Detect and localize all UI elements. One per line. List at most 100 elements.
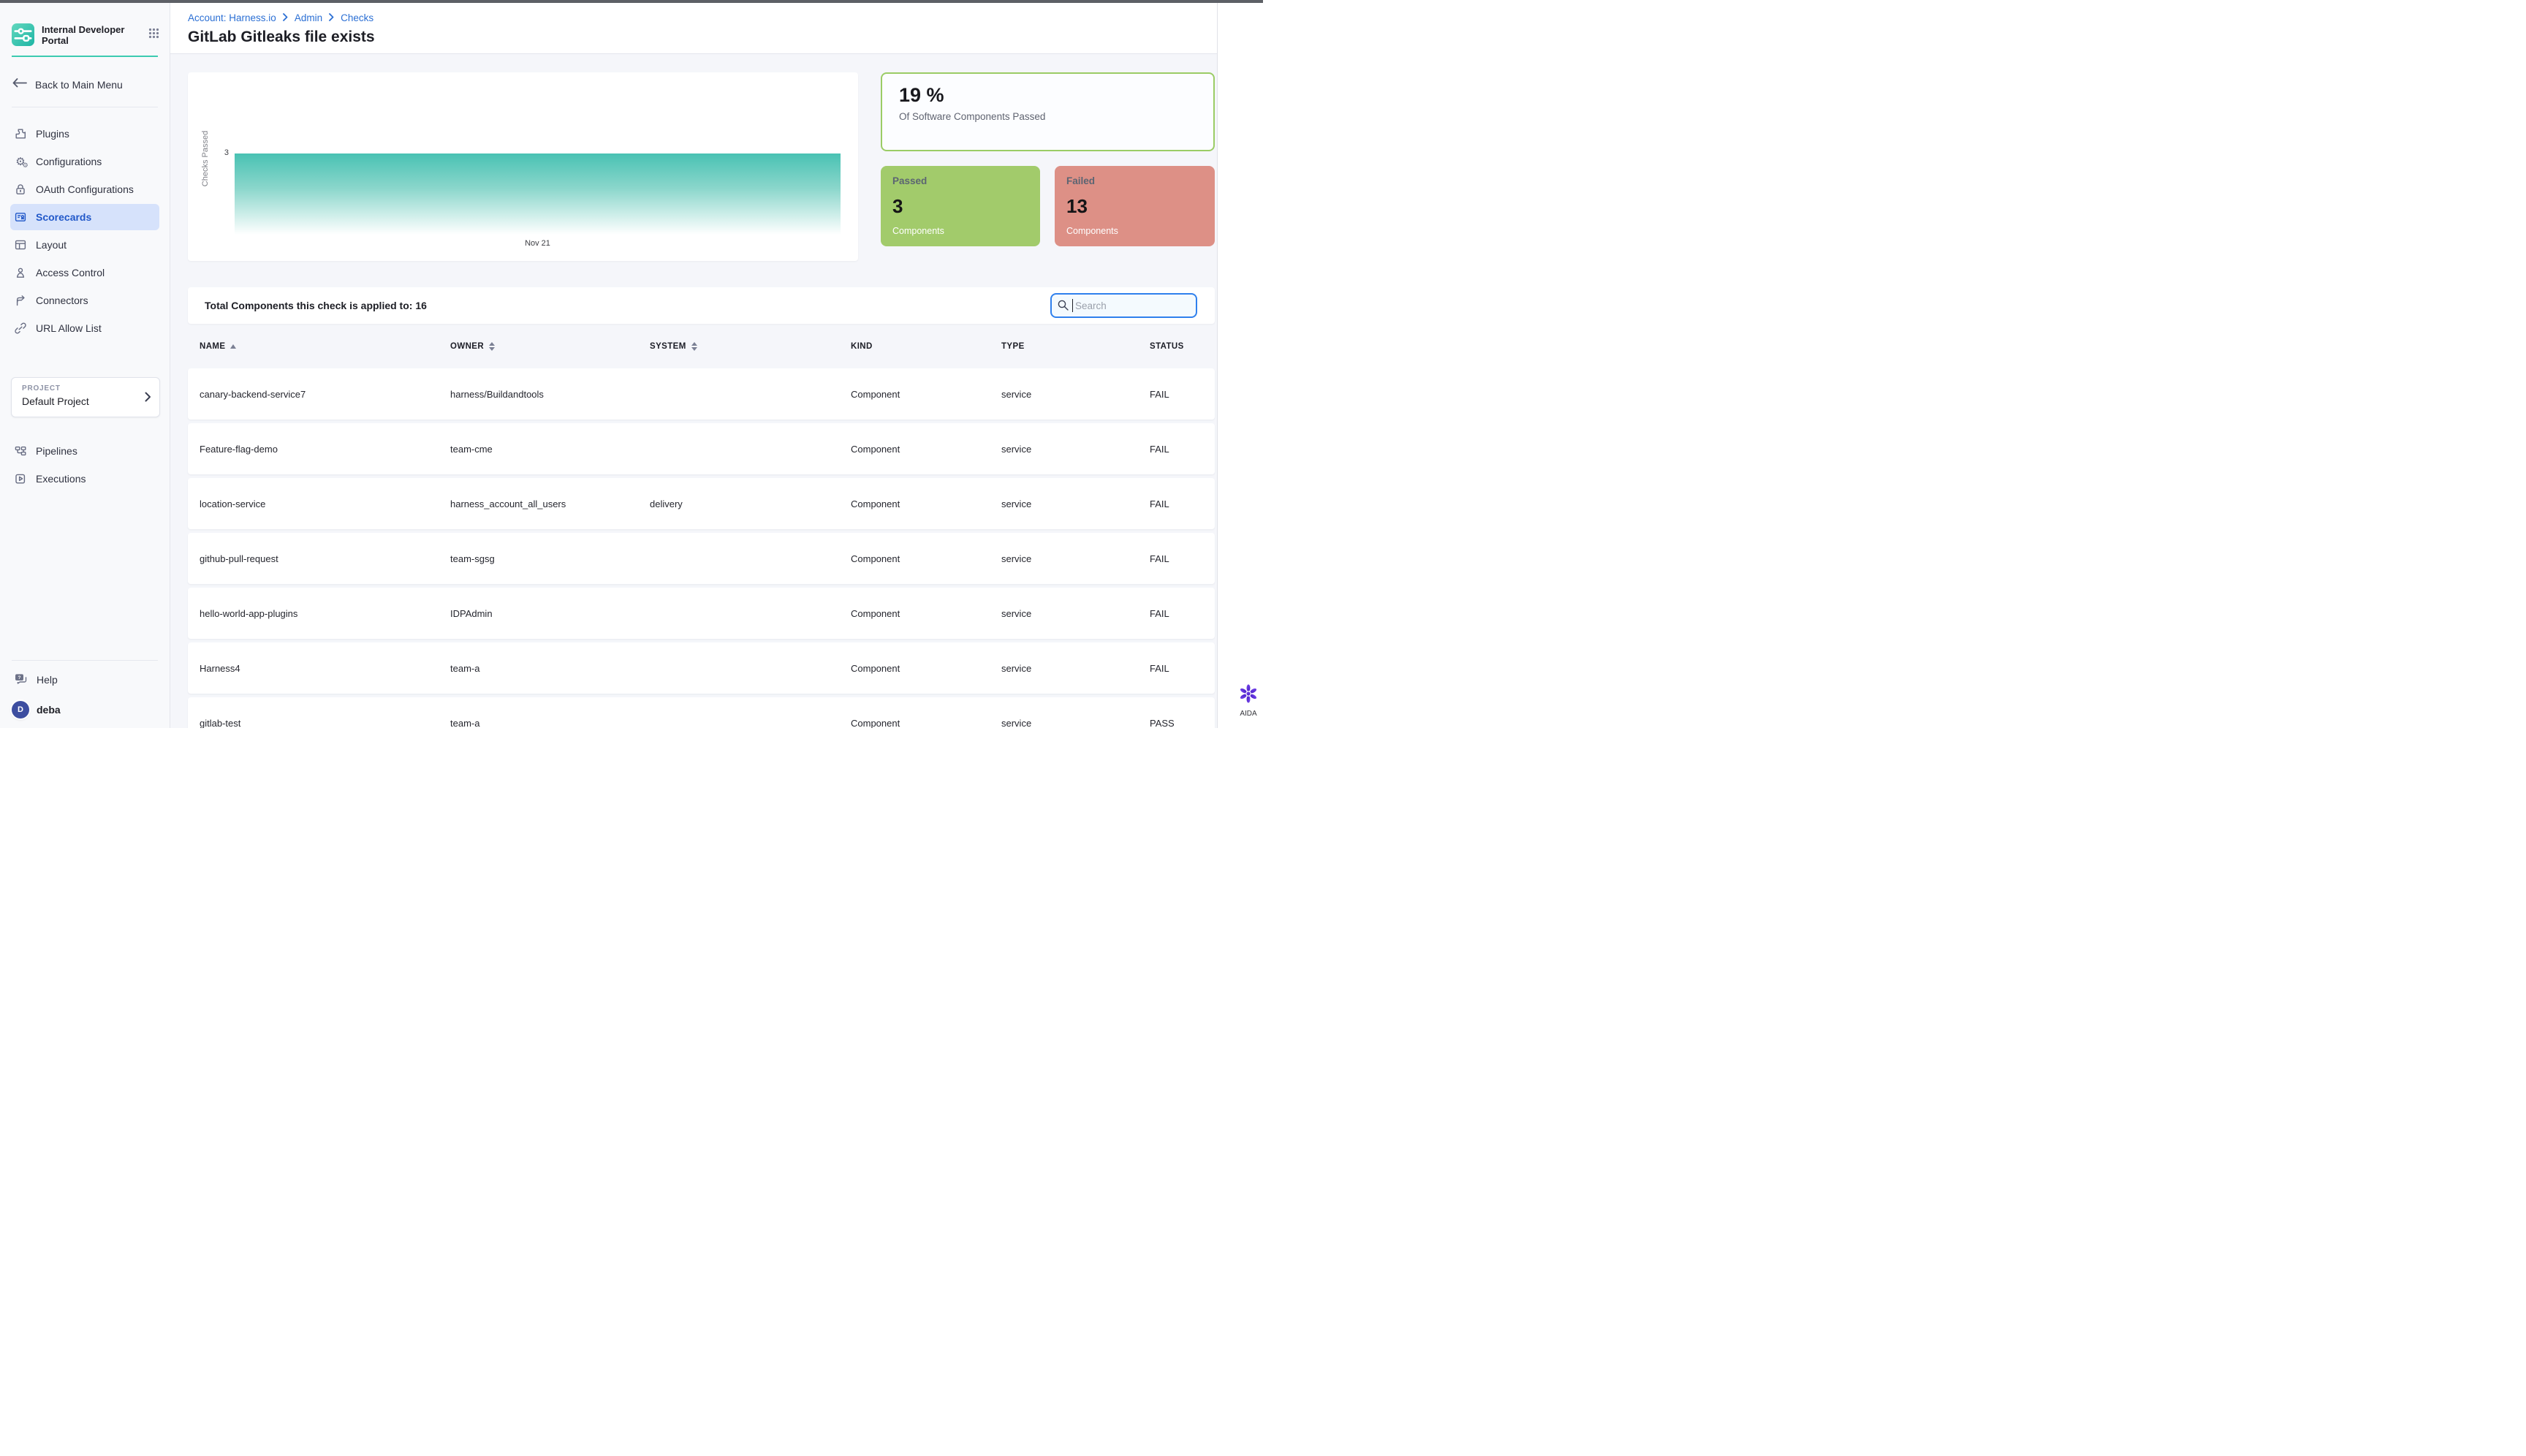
cell-name: Harness4 — [200, 663, 450, 674]
aida-flower-icon — [1238, 683, 1259, 704]
sidebar-item-url-allow-list[interactable]: URL Allow List — [10, 315, 159, 341]
cell-owner: team-sgsg — [450, 553, 650, 564]
cell-owner: harness_account_all_users — [450, 498, 650, 509]
brand-title: Internal Developer Portal — [42, 24, 128, 46]
table-row[interactable]: gitlab-test team-a Component service PAS… — [188, 697, 1215, 728]
cell-type: service — [1001, 663, 1150, 674]
sidebar-item-scorecards[interactable]: Scorecards — [10, 204, 159, 230]
sidebar-item-executions[interactable]: Executions — [10, 466, 159, 492]
aida-label: AIDA — [1236, 710, 1261, 718]
text-cursor — [1072, 299, 1073, 312]
project-label: PROJECT — [22, 384, 149, 393]
back-label: Back to Main Menu — [35, 79, 123, 91]
table-header-row: NAME OWNER SYSTEM KIND TYPE STATUS — [188, 324, 1215, 368]
sidebar-item-plugins[interactable]: Plugins — [10, 121, 159, 147]
project-name: Default Project — [22, 395, 149, 407]
column-header-system[interactable]: SYSTEM — [650, 342, 851, 351]
column-header-owner[interactable]: OWNER — [450, 342, 650, 351]
cell-owner: team-cme — [450, 444, 650, 455]
layout-icon — [14, 238, 27, 251]
breadcrumb: Account: Harness.io Admin Checks — [188, 12, 1217, 23]
cell-kind: Component — [851, 553, 1001, 564]
chevron-right-icon — [329, 12, 334, 23]
app-launcher-grid-icon[interactable] — [148, 28, 159, 42]
cell-status: FAIL — [1150, 663, 1215, 674]
column-header-name[interactable]: NAME — [200, 342, 450, 351]
table-row[interactable]: Harness4 team-a Component service FAIL — [188, 642, 1215, 694]
cell-system: delivery — [650, 498, 851, 509]
column-header-kind: KIND — [851, 342, 1001, 351]
sidebar-item-configurations[interactable]: ⚙⚙ Configurations — [10, 148, 159, 175]
cell-status: PASS — [1150, 718, 1215, 729]
passed-label: Passed — [892, 175, 1028, 186]
sidebar-item-oauth-configurations[interactable]: OAuth Configurations — [10, 176, 159, 202]
help-label: Help — [37, 674, 58, 686]
sidebar-item-label: Connectors — [36, 295, 88, 306]
cell-kind: Component — [851, 498, 1001, 509]
sidebar-item-pipelines[interactable]: Pipelines — [10, 438, 159, 464]
breadcrumb-checks[interactable]: Checks — [341, 12, 373, 23]
play-square-icon — [14, 472, 27, 485]
table-row[interactable]: canary-backend-service7 harness/Buildand… — [188, 368, 1215, 420]
cell-type: service — [1001, 553, 1150, 564]
cell-type: service — [1001, 444, 1150, 455]
sidebar-item-label: Scorecards — [36, 211, 91, 223]
sidebar: Internal Developer Portal Back to Main M… — [0, 3, 170, 728]
help-button[interactable]: ? Help — [10, 667, 159, 693]
cell-status: FAIL — [1150, 608, 1215, 619]
table-row[interactable]: location-service harness_account_all_use… — [188, 478, 1215, 529]
table-row[interactable]: Feature-flag-demo team-cme Component ser… — [188, 423, 1215, 474]
components-table: NAME OWNER SYSTEM KIND TYPE STATUS c — [188, 324, 1215, 728]
sidebar-item-label: Executions — [36, 473, 86, 485]
sidebar-item-connectors[interactable]: Connectors — [10, 287, 159, 314]
cell-name: canary-backend-service7 — [200, 389, 450, 400]
cell-owner: team-a — [450, 718, 650, 729]
brand-teal-underline — [12, 56, 158, 57]
column-header-type: TYPE — [1001, 342, 1150, 351]
sidebar-item-label: Plugins — [36, 128, 69, 140]
table-row[interactable]: hello-world-app-plugins IDPAdmin Compone… — [188, 588, 1215, 639]
back-to-main-menu[interactable]: Back to Main Menu — [0, 77, 170, 93]
breadcrumb-admin[interactable]: Admin — [295, 12, 322, 23]
failed-card: Failed 13 Components — [1055, 166, 1215, 246]
avatar: D — [12, 701, 29, 718]
puzzle-icon — [14, 127, 27, 140]
sort-icon — [691, 342, 697, 351]
percent-passed-caption: Of Software Components Passed — [899, 111, 1196, 122]
link-icon — [14, 322, 27, 335]
gears-icon: ⚙⚙ — [14, 155, 27, 168]
cell-name: github-pull-request — [200, 553, 450, 564]
project-selector[interactable]: PROJECT Default Project — [11, 377, 160, 417]
passed-card: Passed 3 Components — [881, 166, 1040, 246]
sidebar-item-layout[interactable]: Layout — [10, 232, 159, 258]
person-icon — [14, 266, 27, 279]
back-arrow-icon — [12, 78, 27, 91]
column-header-status: STATUS — [1150, 342, 1215, 351]
chart-y-tick: 3 — [210, 148, 229, 157]
sidebar-item-label: Access Control — [36, 267, 105, 278]
cell-name: location-service — [200, 498, 450, 509]
help-chat-icon: ? — [14, 672, 28, 688]
percent-passed-value: 19 % — [899, 84, 1196, 107]
sidebar-item-label: Pipelines — [36, 445, 77, 457]
cell-status: FAIL — [1150, 553, 1215, 564]
aida-button[interactable]: AIDA — [1236, 683, 1261, 718]
pipelines-icon — [14, 444, 27, 458]
cell-status: FAIL — [1150, 444, 1215, 455]
table-row[interactable]: github-pull-request team-sgsg Component … — [188, 533, 1215, 584]
svg-text:?: ? — [18, 675, 21, 680]
percent-passed-card: 19 % Of Software Components Passed — [881, 72, 1215, 151]
cell-owner: team-a — [450, 663, 650, 674]
sidebar-item-access-control[interactable]: Access Control — [10, 259, 159, 286]
cell-name: hello-world-app-plugins — [200, 608, 450, 619]
breadcrumb-account[interactable]: Account: Harness.io — [188, 12, 276, 23]
search-icon — [1057, 299, 1069, 315]
main-area: Account: Harness.io Admin Checks GitLab … — [170, 3, 1217, 728]
cell-kind: Component — [851, 444, 1001, 455]
right-edge-panel: AIDA — [1217, 3, 1263, 728]
cell-owner: IDPAdmin — [450, 608, 650, 619]
failed-label: Failed — [1066, 175, 1203, 186]
user-menu[interactable]: D deba — [10, 697, 159, 722]
cell-owner: harness/Buildandtools — [450, 389, 650, 400]
sidebar-item-label: OAuth Configurations — [36, 183, 134, 195]
